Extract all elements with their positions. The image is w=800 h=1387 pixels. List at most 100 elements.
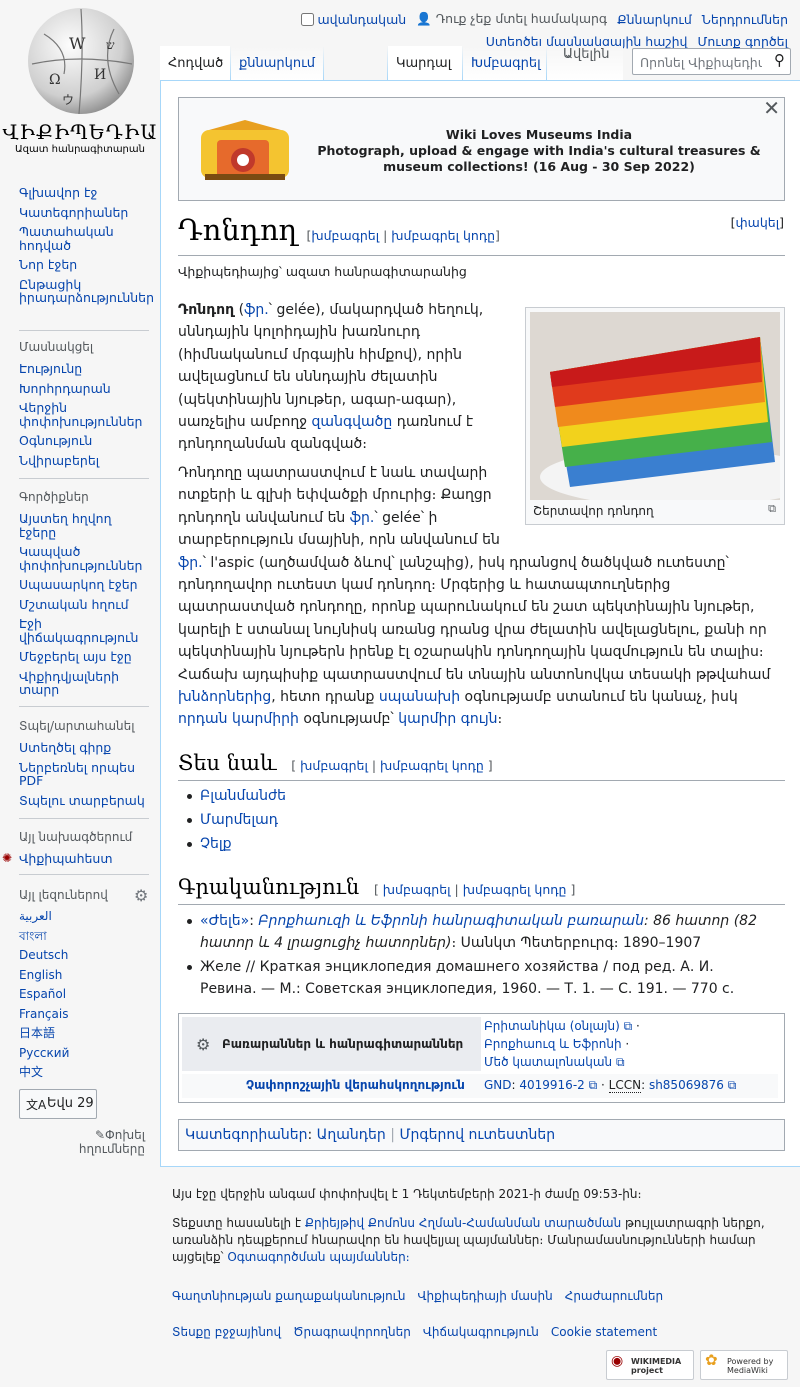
search-icon[interactable]: ⚲ — [774, 51, 785, 69]
tab-edit[interactable]: Խմբագրել — [463, 46, 546, 80]
lang-link[interactable]: Español — [19, 987, 145, 1002]
gear-icon: ⚙ — [196, 1035, 211, 1054]
tab-read[interactable]: Կարդալ — [388, 46, 462, 80]
reference-link[interactable]: «Ժելե» — [200, 913, 249, 929]
sidebar-projects: Այլ նախագծերում ✺ Վիքիպահեստ — [2, 830, 145, 872]
sidebar-item-current-events[interactable]: Ընթացիկ իրադարձություններ — [19, 277, 154, 305]
tab-more[interactable]: Ավելին ⌄ — [547, 46, 623, 80]
about-link[interactable]: Վիքիպեդիայի մասին — [418, 1288, 553, 1305]
apples-link[interactable]: խնձորներից — [178, 689, 271, 705]
sidebar-item-wikidata[interactable]: Վիքիդվյալների տարր — [19, 669, 145, 697]
developers-link[interactable]: Ծրագրավորողներ — [293, 1324, 411, 1341]
lang-link[interactable]: Deutsch — [19, 948, 145, 963]
wikimedia-icon: ◉ — [611, 1353, 624, 1369]
intro-paragraph: Դոնդող (ֆր.՝ gelée), մակարդված հեղուկ, ս… — [178, 302, 484, 453]
talk-link[interactable]: Քննարկում — [617, 12, 692, 27]
sidebar-item-main-page[interactable]: Գլխավոր էջ — [19, 186, 145, 200]
britannica-link[interactable]: Բրիտանիկա (օնլայն) — [484, 1019, 620, 1033]
categories-link[interactable]: Կատեգորիաներ — [185, 1127, 307, 1143]
brockhaus-link[interactable]: Բրոքհաուզ և Եֆրոնի — [484, 1037, 622, 1051]
login-link[interactable]: Մուտք գործել — [697, 34, 788, 49]
french-abbr-link[interactable]: ֆր. — [244, 302, 269, 318]
mass-link[interactable]: զանգվածը — [312, 414, 393, 430]
authority-control-link[interactable]: Չափորոշչային վերահսկողություն — [246, 1078, 465, 1092]
gnd-value-link[interactable]: 4019916-2 — [519, 1078, 584, 1092]
sidebar-item-commons[interactable]: ✺ Վիքիպահեստ — [2, 851, 145, 866]
lang-link[interactable]: বাংলা — [19, 929, 145, 944]
sidebar-item-related-changes[interactable]: Կապված փոփոխություններ — [19, 545, 145, 572]
red-color-link[interactable]: կարմիր գույն — [398, 711, 497, 727]
wikipedia-logo[interactable]: W Ω И ウ ש ՎԻՔԻՊԵԴԻԱ Ազատ հանրագիտարան — [0, 0, 160, 160]
sidebar-item-about[interactable]: Էությունը — [19, 362, 145, 376]
edit-link[interactable]: խմբագրել — [383, 882, 451, 897]
museum-camera-logo — [201, 120, 289, 180]
sidebar-item-create-book[interactable]: Ստեղծել գիրք — [19, 741, 145, 755]
sidebar-item-cite[interactable]: Մեջբերել այս էջը — [19, 650, 145, 664]
sidebar-item-permanent-link[interactable]: Մշտական հղում — [19, 597, 145, 612]
sidebar-item-donate[interactable]: Նվիրաբերել — [19, 453, 145, 468]
encyclopedia-link[interactable]: Բրոքհաուզի և Եֆրոնի հանրագիտական բառարան — [258, 913, 644, 929]
cochineal-link[interactable]: որդան կարմիրի — [178, 711, 299, 727]
close-icon[interactable]: ✕ — [763, 96, 780, 120]
category-item[interactable]: Մրգերով ուտեստներ — [399, 1127, 555, 1143]
french-abbr-link[interactable]: ֆր. — [350, 510, 375, 526]
french-abbr-link[interactable]: ֆր. — [178, 555, 203, 571]
edit-source-link[interactable]: խմբագրել կոդը — [463, 882, 567, 897]
sidebar-item-what-links-here[interactable]: Այստեղ հղվող էջերը — [19, 512, 145, 539]
edit-source-link[interactable]: խմբագրել կոդը — [391, 228, 495, 243]
sidebar-item-community[interactable]: Խորհրդարան — [19, 381, 145, 396]
lang-link[interactable]: English — [19, 968, 145, 983]
lang-link[interactable]: 中文 — [19, 1065, 145, 1080]
edit-interlanguage-links[interactable]: ✎Փոխել հղումները — [75, 1128, 145, 1156]
wikimedia-badge[interactable]: ◉ WIKIMEDIA project — [606, 1350, 694, 1380]
gear-icon[interactable]: ⚙ — [134, 886, 148, 905]
classic-checkbox[interactable] — [301, 12, 315, 26]
terms-link[interactable]: Օգտագործման պայմաններ։ — [227, 1250, 409, 1264]
disclaimers-link[interactable]: Հրաժարումներ — [565, 1288, 663, 1305]
sidebar-item-categories[interactable]: Կատեգորիաներ — [19, 205, 145, 220]
edit-source-link[interactable]: խմբագրել կոդը — [380, 758, 484, 773]
edit-link[interactable]: խմբագրել — [311, 228, 379, 243]
page-title: Դոնդող [խմբագրել | խմբագրել կոդը] — [178, 213, 500, 247]
cookie-statement-link[interactable]: Cookie statement — [551, 1324, 657, 1341]
see-also-heading: Տես նաև [ խմբագրել | խմբագրել կոդը ] — [178, 751, 493, 775]
svg-text:W: W — [69, 34, 86, 53]
sidebar-item-help[interactable]: Օգնություն — [19, 434, 145, 448]
lang-link[interactable]: العربية — [19, 909, 145, 924]
sidebar-item-random[interactable]: Պատահական հոդված — [19, 225, 145, 252]
sidebar-item-download-pdf[interactable]: Ներբեռնել որպես PDF — [19, 760, 145, 788]
contributions-link[interactable]: Ներդրումներ — [702, 12, 788, 27]
license-link[interactable]: Քրիեյթիվ Քոմոնս Հղման-Համանման տարածման — [305, 1216, 621, 1230]
spinach-link[interactable]: սպանախի — [379, 689, 460, 705]
classic-toggle[interactable]: ավանդական — [301, 12, 406, 27]
lccn-value-link[interactable]: sh85069876 — [649, 1078, 724, 1092]
sidebar-item-printable[interactable]: Տպելու տարբերակ — [19, 793, 145, 808]
mobile-view-link[interactable]: Տեսքը բջջայինով — [172, 1324, 281, 1341]
search-input[interactable] — [638, 50, 764, 75]
list-item[interactable]: Չելք — [178, 833, 286, 855]
tools-heading: Գործիքներ — [19, 490, 89, 504]
lang-link[interactable]: 日本語 — [19, 1026, 145, 1041]
list-item[interactable]: Մարմելադ — [178, 809, 286, 831]
sidebar-item-page-info[interactable]: Էջի վիճակագրություն — [19, 617, 145, 644]
tab-article[interactable]: Հոդված — [160, 46, 230, 80]
tab-talk[interactable]: քննարկում — [231, 46, 323, 80]
commons-icon: ✺ — [2, 851, 13, 865]
sidebar-item-recent-changes[interactable]: Վերջին փոփոխություններ — [19, 401, 145, 428]
sidebar-divider — [19, 818, 149, 819]
more-languages-button[interactable]: 文A Եվս 29 — [19, 1089, 97, 1119]
privacy-link[interactable]: Գաղտնիության քաղաքականություն — [172, 1288, 406, 1305]
external-link-icon: ⧉ — [615, 1055, 625, 1069]
lang-link[interactable]: Français — [19, 1007, 145, 1022]
gnd-link[interactable]: GND — [484, 1078, 512, 1092]
catalan-link[interactable]: Մեծ կատալոնական — [484, 1055, 612, 1069]
statistics-link[interactable]: Վիճակագրություն — [423, 1324, 539, 1341]
category-item[interactable]: Աղանդեր — [317, 1127, 386, 1143]
sidebar-item-new-pages[interactable]: Նոր էջեր — [19, 258, 145, 272]
edit-link[interactable]: խմբագրել — [300, 758, 368, 773]
lang-link[interactable]: Русский — [19, 1046, 145, 1061]
list-item[interactable]: Բլանմանժե — [178, 785, 286, 807]
mediawiki-badge[interactable]: ✿ Powered by MediaWiki — [700, 1350, 788, 1380]
hide-toggle[interactable]: [փակել] — [731, 215, 784, 230]
sidebar-item-special-pages[interactable]: Սպասարկող էջեր — [19, 578, 145, 592]
